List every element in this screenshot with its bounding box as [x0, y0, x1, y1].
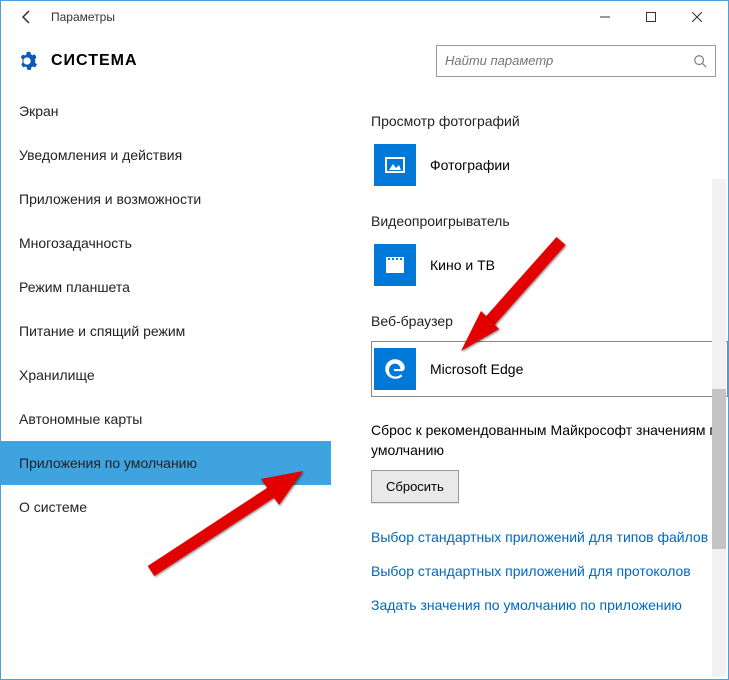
- scrollbar-thumb[interactable]: [712, 389, 726, 549]
- minimize-icon: [600, 12, 610, 22]
- sidebar-item-multitasking[interactable]: Многозадачность: [1, 221, 331, 265]
- search-input[interactable]: [445, 53, 693, 68]
- window-title: Параметры: [51, 10, 582, 24]
- links-section: Выбор стандартных приложений для типов ф…: [371, 529, 728, 613]
- app-tile-web-browser[interactable]: Microsoft Edge: [371, 341, 728, 397]
- sidebar-item-power-sleep[interactable]: Питание и спящий режим: [1, 309, 331, 353]
- sidebar-item-notifications[interactable]: Уведомления и действия: [1, 133, 331, 177]
- sidebar-item-offline-maps[interactable]: Автономные карты: [1, 397, 331, 441]
- close-icon: [692, 12, 702, 22]
- link-choose-apps-filetypes[interactable]: Выбор стандартных приложений для типов ф…: [371, 529, 728, 545]
- content: Просмотр фотографий Фотографии Видеопрои…: [331, 89, 728, 679]
- minimize-button[interactable]: [582, 1, 628, 33]
- maximize-icon: [646, 12, 656, 22]
- gear-icon: [13, 47, 41, 75]
- sidebar-item-display[interactable]: Экран: [1, 89, 331, 133]
- header: СИСТЕМА: [1, 33, 728, 89]
- link-set-defaults-by-app[interactable]: Задать значения по умолчанию по приложен…: [371, 597, 728, 613]
- back-button[interactable]: [9, 1, 45, 33]
- app-name-edge: Microsoft Edge: [430, 361, 523, 377]
- reset-button[interactable]: Сбросить: [371, 470, 459, 503]
- close-button[interactable]: [674, 1, 720, 33]
- page-title: СИСТЕМА: [51, 52, 138, 70]
- search-box[interactable]: [436, 45, 716, 77]
- settings-window: Параметры СИСТЕМА Экран Уведомления и д: [0, 0, 729, 680]
- edge-icon: [374, 348, 416, 390]
- section-photo-viewer: Просмотр фотографий: [371, 113, 728, 129]
- movies-tv-icon: [374, 244, 416, 286]
- section-web-browser: Веб-браузер: [371, 313, 728, 329]
- sidebar-item-storage[interactable]: Хранилище: [1, 353, 331, 397]
- sidebar-item-tablet-mode[interactable]: Режим планшета: [1, 265, 331, 309]
- reset-description: Сброс к рекомендованным Майкрософт значе…: [371, 421, 728, 460]
- window-controls: [582, 1, 720, 33]
- photos-icon: [374, 144, 416, 186]
- app-tile-photos[interactable]: Фотографии: [371, 141, 728, 189]
- search-icon: [693, 54, 707, 68]
- body: Экран Уведомления и действия Приложения …: [1, 89, 728, 679]
- link-choose-apps-protocols[interactable]: Выбор стандартных приложений для протоко…: [371, 563, 728, 579]
- section-video-player: Видеопроигрыватель: [371, 213, 728, 229]
- app-name-movies-tv: Кино и ТВ: [430, 257, 495, 273]
- app-tile-movies-tv[interactable]: Кино и ТВ: [371, 241, 728, 289]
- sidebar-item-default-apps[interactable]: Приложения по умолчанию: [1, 441, 331, 485]
- maximize-button[interactable]: [628, 1, 674, 33]
- sidebar: Экран Уведомления и действия Приложения …: [1, 89, 331, 679]
- arrow-left-icon: [19, 9, 35, 25]
- titlebar: Параметры: [1, 1, 728, 33]
- app-name-photos: Фотографии: [430, 157, 510, 173]
- sidebar-item-about[interactable]: О системе: [1, 485, 331, 529]
- sidebar-item-apps-features[interactable]: Приложения и возможности: [1, 177, 331, 221]
